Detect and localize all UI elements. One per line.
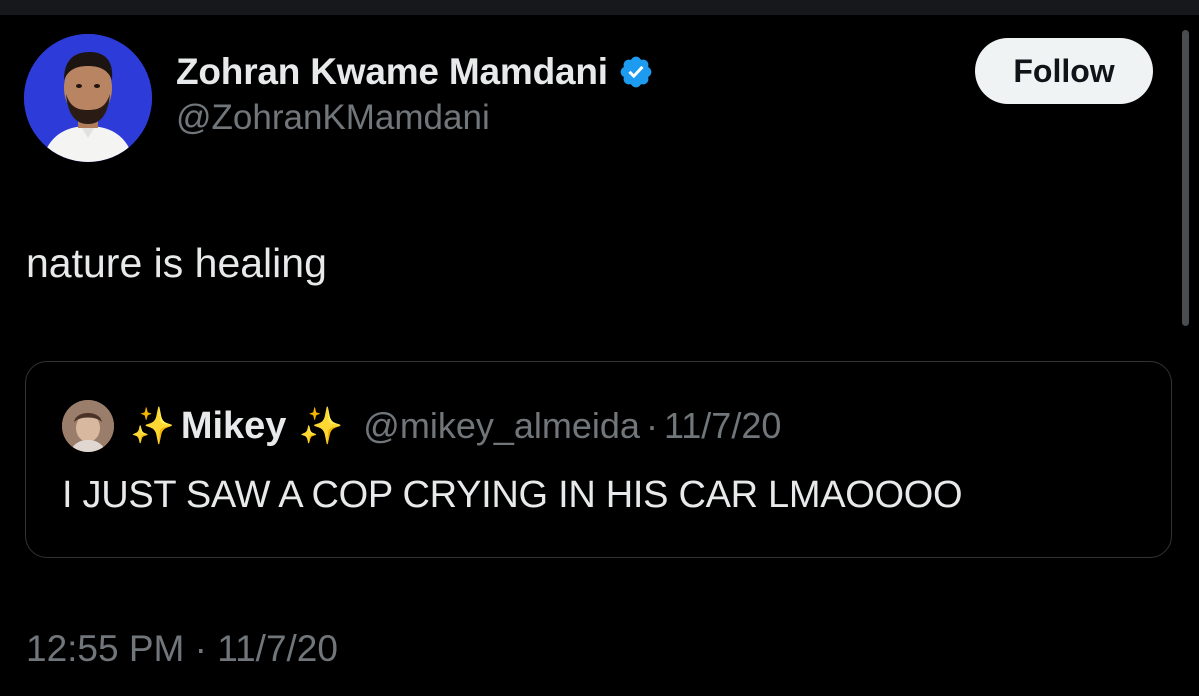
quoted-tweet-header: ✨ Mikey ✨ @mikey_almeida · 11/7/20 bbox=[62, 400, 781, 452]
tweet-time[interactable]: 12:55 PM bbox=[26, 628, 184, 669]
sparkle-icon: ✨ bbox=[298, 405, 344, 446]
verified-badge-icon[interactable] bbox=[618, 54, 654, 90]
tweet-date[interactable]: 11/7/20 bbox=[217, 628, 338, 669]
top-bar bbox=[0, 0, 1199, 15]
author-handle[interactable]: @ZohranKMamdani bbox=[176, 98, 654, 138]
tweet-timestamp[interactable]: 12:55 PM · 11/7/20 bbox=[26, 628, 338, 670]
sparkle-icon: ✨ bbox=[130, 405, 175, 446]
quoted-tweet-text: I JUST SAW A COP CRYING IN HIS CAR LMAOO… bbox=[62, 474, 963, 516]
tweet-header: Zohran Kwame Mamdani @ZohranKMamdani Fol… bbox=[24, 34, 1154, 164]
author-display-name[interactable]: Zohran Kwame Mamdani bbox=[176, 51, 608, 93]
scrollbar[interactable] bbox=[1182, 30, 1189, 326]
follow-button[interactable]: Follow bbox=[975, 38, 1153, 104]
quoted-handle[interactable]: @mikey_almeida bbox=[363, 405, 640, 447]
separator-dot: · bbox=[194, 628, 207, 669]
avatar-portrait bbox=[24, 34, 152, 162]
separator-dot: · bbox=[645, 405, 658, 446]
quoted-date[interactable]: 11/7/20 bbox=[664, 405, 781, 447]
tweet-text: nature is healing bbox=[26, 240, 327, 286]
quoted-display-name[interactable]: Mikey bbox=[181, 405, 287, 448]
author-names: Zohran Kwame Mamdani @ZohranKMamdani bbox=[176, 48, 654, 138]
display-name-row: Zohran Kwame Mamdani bbox=[176, 48, 654, 96]
avatar[interactable] bbox=[24, 34, 152, 162]
quoted-tweet-card[interactable]: ✨ Mikey ✨ @mikey_almeida · 11/7/20 I JUS… bbox=[25, 361, 1172, 558]
quoted-avatar[interactable] bbox=[62, 400, 114, 452]
